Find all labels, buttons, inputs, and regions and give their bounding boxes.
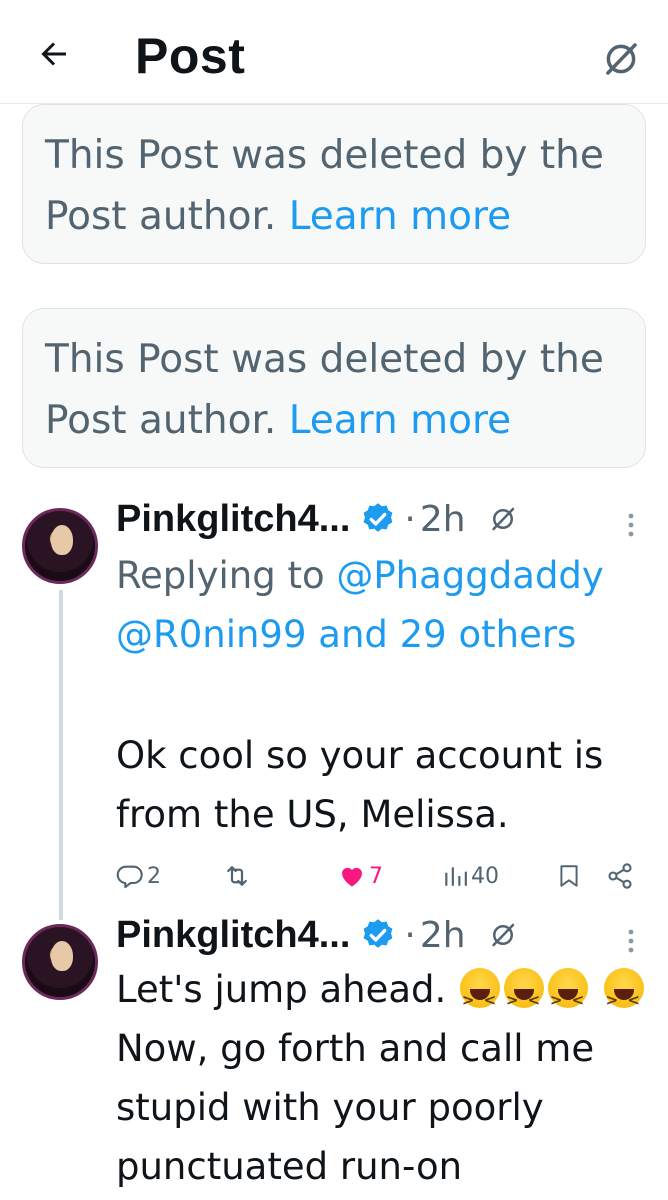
replying-to-label: Replying to — [116, 554, 325, 597]
tweet-text: Ok cool so your account is from the US, … — [116, 734, 604, 836]
more-options-button[interactable] — [616, 916, 646, 966]
avatar[interactable] — [22, 508, 98, 584]
views-button[interactable]: 40 — [442, 856, 499, 896]
like-count: 7 — [369, 863, 383, 889]
more-vertical-icon — [628, 929, 634, 953]
heart-filled-icon — [342, 867, 362, 887]
grok-icon[interactable] — [488, 504, 518, 534]
reply-count: 2 — [147, 863, 161, 889]
learn-more-link[interactable]: Learn more — [289, 398, 511, 443]
author-name[interactable]: Pinkglitch4... — [116, 914, 350, 957]
tweet-header: Pinkglitch4... · 2h — [116, 910, 518, 960]
separator-dot: · — [404, 498, 416, 540]
learn-more-link[interactable]: Learn more — [289, 194, 511, 239]
page-title: Post — [135, 28, 246, 84]
bookmark-button[interactable] — [556, 856, 582, 896]
bookmark-icon — [560, 865, 578, 887]
arrow-left-icon — [41, 42, 66, 66]
tweet-header: Pinkglitch4... · 2h — [116, 494, 518, 544]
deleted-post-message: This Post was deleted by the Post author… — [45, 125, 623, 247]
avatar[interactable] — [22, 924, 98, 1000]
tweet-actions: 2 7 40 — [116, 856, 646, 896]
grok-icon[interactable] — [488, 920, 518, 950]
deleted-post-card: This Post was deleted by the Post author… — [22, 104, 646, 264]
share-button[interactable] — [606, 856, 634, 896]
view-count: 40 — [471, 863, 499, 889]
author-name[interactable]: Pinkglitch4... — [116, 498, 350, 541]
reply-icon — [116, 865, 143, 889]
separator-dot: · — [404, 914, 416, 956]
more-options-button[interactable] — [616, 500, 646, 550]
more-vertical-icon — [628, 513, 634, 537]
timestamp[interactable]: 2h — [420, 915, 466, 956]
reply-button[interactable]: 2 — [116, 856, 161, 896]
replying-to: Replying to @Phaggdaddy @R0nin99 and 29 … — [116, 546, 646, 664]
reply-others-link[interactable]: @R0nin99 and 29 others — [116, 613, 576, 656]
repost-button[interactable] — [222, 856, 255, 896]
verified-badge-icon — [360, 501, 396, 537]
grinning-squinting-face-emoji — [548, 968, 589, 1030]
repost-icon — [227, 866, 247, 886]
tweet-text: Let's jump ahead. Now, go forth and call… — [116, 960, 646, 1196]
grok-button[interactable] — [596, 34, 646, 84]
reply-handle-link[interactable]: @Phaggdaddy — [336, 554, 603, 597]
share-icon — [608, 863, 632, 889]
grok-icon — [606, 43, 637, 75]
grinning-squinting-face-emoji — [504, 968, 545, 1030]
tweet-text-part-2: Now, go forth and call me stupid with yo… — [116, 1027, 595, 1188]
top-bar: Post — [0, 0, 668, 104]
views-chart-icon — [445, 867, 467, 886]
grinning-squinting-face-emoji — [603, 968, 644, 1030]
like-button[interactable]: 7 — [338, 856, 383, 896]
back-button[interactable] — [28, 28, 80, 80]
grinning-squinting-face-emoji — [460, 968, 501, 1030]
verified-badge-icon — [360, 917, 396, 953]
thread-connector-line — [59, 590, 63, 920]
timestamp[interactable]: 2h — [420, 499, 466, 540]
tweet-text-part-1: Let's jump ahead. — [116, 968, 447, 1011]
deleted-post-card: This Post was deleted by the Post author… — [22, 308, 646, 468]
deleted-post-message: This Post was deleted by the Post author… — [45, 329, 623, 451]
